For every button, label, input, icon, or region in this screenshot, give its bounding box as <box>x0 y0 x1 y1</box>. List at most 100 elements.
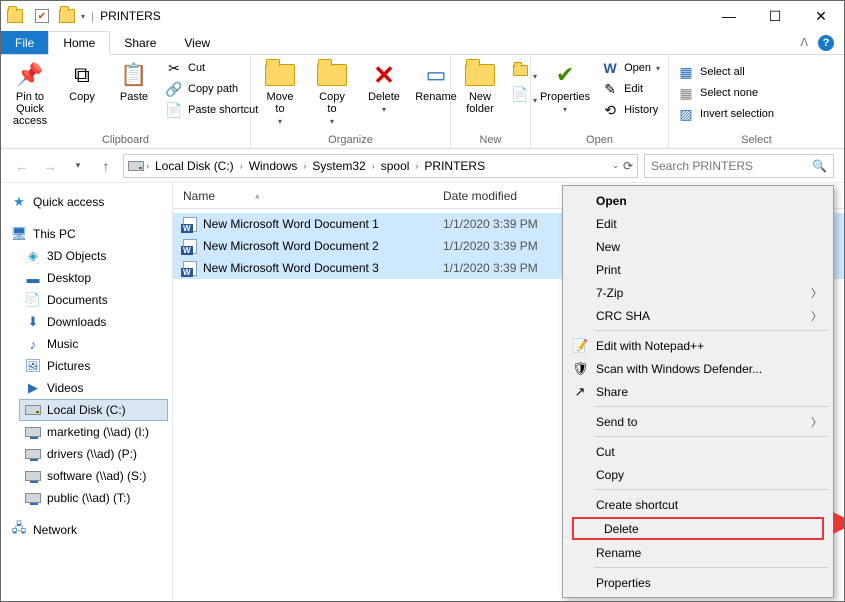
invert-selection-button[interactable]: ▨Invert selection <box>677 105 836 123</box>
col-date[interactable]: Date modified <box>433 189 579 203</box>
breadcrumb[interactable]: Windows <box>245 159 302 173</box>
drive-icon <box>25 405 41 415</box>
easy-access-icon[interactable]: 📄▾ <box>511 85 529 103</box>
ctx-notepad[interactable]: 📝Edit with Notepad++ <box>566 334 830 357</box>
download-icon: ⬇ <box>25 314 41 330</box>
network-drive-icon <box>25 471 41 481</box>
tree-item[interactable]: public (\\ad) (T:) <box>19 487 168 509</box>
forward-button[interactable]: → <box>39 155 61 177</box>
copy-button[interactable]: ⧉ Copy <box>61 59 103 129</box>
tree-item[interactable]: ▬Desktop <box>19 267 168 289</box>
breadcrumb[interactable]: PRINTERS <box>420 159 489 173</box>
copy-icon: ⧉ <box>66 61 98 89</box>
tab-home[interactable]: Home <box>48 31 110 55</box>
history-button[interactable]: ⟲History <box>601 101 660 119</box>
tree-this-pc[interactable]: 🖥This PC <box>5 223 168 245</box>
open-button[interactable]: WOpen ▾ <box>601 59 660 77</box>
rename-icon: ▭ <box>420 61 452 89</box>
chevron-down-icon[interactable]: ⌄ <box>612 161 619 170</box>
search-input[interactable]: Search PRINTERS 🔍 <box>644 154 834 178</box>
tree-item[interactable]: ♪Music <box>19 333 168 355</box>
close-button[interactable]: ✕ <box>798 1 844 31</box>
edit-button[interactable]: ✎Edit <box>601 80 660 98</box>
word-icon: W <box>601 59 619 77</box>
breadcrumb[interactable]: Local Disk (C:) <box>151 159 238 173</box>
col-name[interactable]: Name˄ <box>173 189 433 203</box>
ctx-new[interactable]: New <box>566 235 830 258</box>
chevron-right-icon: 〉 <box>811 285 822 301</box>
refresh-icon[interactable]: ⟳ <box>623 159 633 173</box>
ctx-share[interactable]: ↗Share <box>566 380 830 403</box>
tree-item[interactable]: drivers (\\ad) (P:) <box>19 443 168 465</box>
pc-icon: 🖥 <box>11 226 27 242</box>
minimize-button[interactable]: — <box>706 1 752 31</box>
ctx-cut[interactable]: Cut <box>566 440 830 463</box>
ctx-rename[interactable]: Rename <box>566 541 830 564</box>
select-all-button[interactable]: ▦Select all <box>677 63 836 81</box>
tab-view[interactable]: View <box>170 31 224 54</box>
grid-icon: ▦ <box>677 84 695 102</box>
drive-icon <box>128 161 144 171</box>
star-icon: ★ <box>11 194 27 210</box>
copy-to-button[interactable]: Copy to▾ <box>311 59 353 128</box>
word-doc-icon <box>183 261 197 276</box>
tab-file[interactable]: File <box>1 31 48 54</box>
ctx-print[interactable]: Print <box>566 258 830 281</box>
tree-item[interactable]: software (\\ad) (S:) <box>19 465 168 487</box>
tab-share[interactable]: Share <box>110 31 170 54</box>
share-icon: ↗ <box>572 384 588 400</box>
tree-item[interactable]: marketing (\\ad) (I:) <box>19 421 168 443</box>
network-icon: 🖧 <box>11 522 27 538</box>
ctx-properties[interactable]: Properties <box>566 571 830 594</box>
delete-button[interactable]: ✕Delete▾ <box>363 59 405 128</box>
tree-item[interactable]: 🖼Pictures <box>19 355 168 377</box>
paste-shortcut-button[interactable]: 📄Paste shortcut <box>165 101 258 119</box>
recent-locations-button[interactable]: ▾ <box>67 155 89 177</box>
address-bar[interactable]: › Local Disk (C:)› Windows› System32› sp… <box>123 154 638 178</box>
help-icon[interactable]: ? <box>818 35 834 51</box>
properties-button[interactable]: ✔Properties▾ <box>539 59 591 119</box>
pin-quick-access-button[interactable]: 📌 Pin to Quick access <box>9 59 51 129</box>
new-item-icon[interactable]: ▾ <box>511 61 529 79</box>
ctx-open[interactable]: Open <box>566 189 830 212</box>
tree-item[interactable]: ⬇Downloads <box>19 311 168 333</box>
window-title: PRINTERS <box>100 9 161 23</box>
tree-item[interactable]: ◈3D Objects <box>19 245 168 267</box>
ctx-sendto[interactable]: Send to〉 <box>566 410 830 433</box>
tree-quick-access[interactable]: ★Quick access <box>5 191 168 213</box>
tree-network[interactable]: 🖧Network <box>5 519 168 541</box>
ribbon-collapse-icon[interactable]: ᐱ <box>800 36 808 49</box>
ctx-copy[interactable]: Copy <box>566 463 830 486</box>
ctx-edit[interactable]: Edit <box>566 212 830 235</box>
network-drive-icon <box>25 449 41 459</box>
tree-item[interactable]: 📄Documents <box>19 289 168 311</box>
navbar: ← → ▾ ↑ › Local Disk (C:)› Windows› Syst… <box>1 149 844 183</box>
ctx-7zip[interactable]: 7-Zip〉 <box>566 281 830 304</box>
new-folder-button[interactable]: New folder <box>459 59 501 117</box>
select-none-button[interactable]: ▦Select none <box>677 84 836 102</box>
ctx-defender[interactable]: 🛡Scan with Windows Defender... <box>566 357 830 380</box>
word-doc-icon <box>183 239 197 254</box>
chevron-down-icon[interactable]: ▾ <box>81 12 85 21</box>
back-button[interactable]: ← <box>11 155 33 177</box>
cut-button[interactable]: ✂Cut <box>165 59 258 77</box>
ctx-shortcut[interactable]: Create shortcut <box>566 493 830 516</box>
up-button[interactable]: ↑ <box>95 155 117 177</box>
ctx-delete[interactable]: Delete <box>572 517 824 540</box>
document-icon: 📄 <box>25 292 41 308</box>
maximize-button[interactable]: ☐ <box>752 1 798 31</box>
titlebar: ✔ ▾ | PRINTERS — ☐ ✕ <box>1 1 844 31</box>
tree-item[interactable]: ▶Videos <box>19 377 168 399</box>
copy-path-button[interactable]: 🔗Copy path <box>165 80 258 98</box>
paste-button[interactable]: 📋 Paste <box>113 59 155 129</box>
scissors-icon: ✂ <box>165 59 183 77</box>
breadcrumb[interactable]: spool <box>377 159 414 173</box>
ctx-crc[interactable]: CRC SHA〉 <box>566 304 830 327</box>
tree-local-disk[interactable]: Local Disk (C:) <box>19 399 168 421</box>
path-icon: 🔗 <box>165 80 183 98</box>
move-to-button[interactable]: Move to▾ <box>259 59 301 128</box>
ribbon-tabs: File Home Share View ᐱ ? <box>1 31 844 55</box>
qat-checkbox-icon[interactable]: ✔ <box>35 9 49 23</box>
paste-icon: 📋 <box>118 61 150 89</box>
breadcrumb[interactable]: System32 <box>308 159 369 173</box>
